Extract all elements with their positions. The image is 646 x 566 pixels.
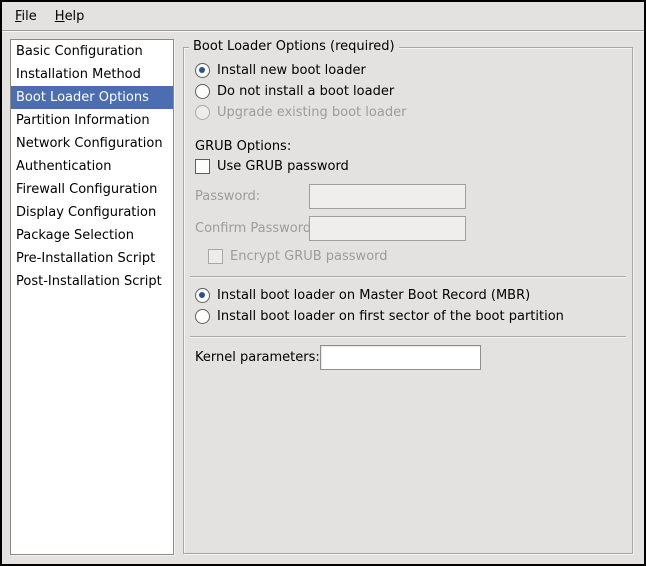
boot-loader-options-frame: Boot Loader Options (required) Install n…	[183, 47, 633, 554]
password-row: Password:	[195, 184, 632, 209]
section-list: Basic Configuration Installation Method …	[10, 39, 174, 555]
radio-row-install-new[interactable]: Install new boot loader	[195, 60, 632, 81]
menu-bar: File Help	[2, 2, 644, 31]
confirm-password-label: Confirm Password:	[195, 221, 309, 236]
sidebar-item-basic-configuration[interactable]: Basic Configuration	[11, 40, 173, 63]
menu-file-label: ile	[22, 9, 37, 24]
separator	[190, 276, 626, 278]
kernel-parameters-label: Kernel parameters:	[195, 350, 320, 365]
password-field[interactable]	[309, 184, 466, 209]
sidebar-item-pre-installation-script[interactable]: Pre-Installation Script	[11, 247, 173, 270]
sidebar-item-installation-method[interactable]: Installation Method	[11, 63, 173, 86]
kernel-parameters-field[interactable]	[320, 345, 481, 370]
radio-label: Do not install a boot loader	[217, 84, 394, 99]
frame-title: Boot Loader Options (required)	[189, 39, 399, 54]
sidebar-item-boot-loader-options[interactable]: Boot Loader Options	[11, 86, 173, 109]
sidebar-item-network-configuration[interactable]: Network Configuration	[11, 132, 173, 155]
radio-label: Install boot loader on first sector of t…	[217, 309, 564, 324]
sidebar-item-post-installation-script[interactable]: Post-Installation Script	[11, 270, 173, 293]
confirm-password-row: Confirm Password:	[195, 216, 632, 241]
radio-label: Install new boot loader	[217, 63, 366, 78]
radio-label: Install boot loader on Master Boot Recor…	[217, 288, 530, 303]
radio-do-not-install-boot-loader[interactable]	[195, 84, 210, 99]
radio-row-upgrade-existing: Upgrade existing boot loader	[195, 102, 632, 123]
radio-upgrade-existing-boot-loader	[195, 105, 210, 120]
radio-row-install-mbr[interactable]: Install boot loader on Master Boot Recor…	[195, 285, 632, 306]
password-label: Password:	[195, 189, 309, 204]
grub-options-label: GRUB Options:	[195, 139, 632, 154]
sidebar-item-package-selection[interactable]: Package Selection	[11, 224, 173, 247]
checkbox-row-use-grub-password[interactable]: Use GRUB password	[195, 156, 632, 177]
kernel-parameters-row: Kernel parameters:	[195, 345, 632, 370]
encrypt-grub-password-checkbox	[208, 249, 223, 264]
sidebar-item-firewall-configuration[interactable]: Firewall Configuration	[11, 178, 173, 201]
radio-install-on-mbr[interactable]	[195, 288, 210, 303]
menu-file[interactable]: File	[6, 6, 46, 27]
radio-row-install-first-sector[interactable]: Install boot loader on first sector of t…	[195, 306, 632, 327]
checkbox-label: Encrypt GRUB password	[230, 249, 388, 264]
radio-row-do-not-install[interactable]: Do not install a boot loader	[195, 81, 632, 102]
menu-help[interactable]: Help	[46, 6, 94, 27]
radio-install-on-first-sector[interactable]	[195, 309, 210, 324]
kickstart-configurator-window: { "window": { "bg_color": "#e3e2e0", "se…	[0, 0, 646, 566]
checkbox-row-encrypt-grub-password: Encrypt GRUB password	[208, 246, 632, 267]
confirm-password-field[interactable]	[309, 216, 466, 241]
sidebar-item-partition-information[interactable]: Partition Information	[11, 109, 173, 132]
menu-help-mnemonic: H	[55, 9, 65, 24]
sidebar-item-display-configuration[interactable]: Display Configuration	[11, 201, 173, 224]
menu-help-label: elp	[65, 9, 85, 24]
radio-label: Upgrade existing boot loader	[217, 105, 406, 120]
radio-install-new-boot-loader[interactable]	[195, 63, 210, 78]
checkbox-label: Use GRUB password	[217, 159, 349, 174]
use-grub-password-checkbox[interactable]	[195, 159, 210, 174]
sidebar-item-authentication[interactable]: Authentication	[11, 155, 173, 178]
separator	[190, 336, 626, 338]
